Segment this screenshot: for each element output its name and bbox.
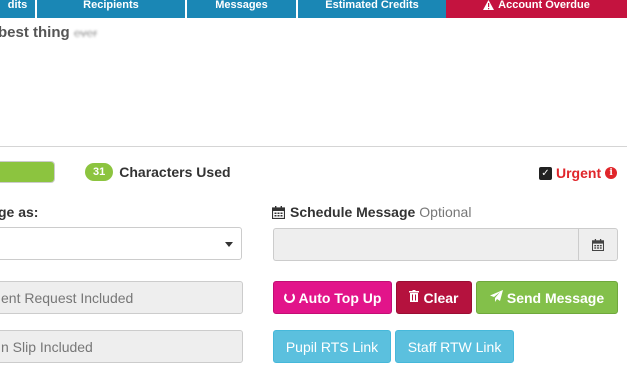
tab-account-overdue[interactable]: Account Overdue xyxy=(446,0,627,18)
schedule-date-input[interactable] xyxy=(273,228,579,261)
message-textarea[interactable]: best thing ever xyxy=(0,18,627,147)
character-count-badge: 31 xyxy=(85,163,114,181)
refresh-icon xyxy=(283,292,295,303)
consent-request-field[interactable]: ent Request Included xyxy=(0,281,243,314)
tab-account-overdue-label: Account Overdue xyxy=(498,0,590,11)
paper-plane-icon xyxy=(489,290,503,305)
clear-button[interactable]: Clear xyxy=(396,281,472,314)
urgent-checkbox[interactable]: ✓ xyxy=(539,166,552,180)
tab-credits[interactable]: dits xyxy=(0,0,35,18)
schedule-label: Schedule Message Optional xyxy=(272,204,471,220)
auto-top-up-button[interactable]: Auto Top Up xyxy=(273,281,392,314)
auto-top-up-label: Auto Top Up xyxy=(298,289,382,306)
progress-fill xyxy=(0,162,54,182)
schedule-optional: Optional xyxy=(419,204,472,220)
message-text-visible: best thing xyxy=(0,24,70,41)
tab-messages[interactable]: Messages xyxy=(187,0,296,18)
slip-text: n Slip Included xyxy=(1,338,93,355)
tab-estimated-credits[interactable]: Estimated Credits xyxy=(298,0,446,18)
staff-rtw-link-label: Staff RTW Link xyxy=(407,338,502,355)
urgent-toggle[interactable]: ✓ Urgent i xyxy=(539,165,618,181)
character-counter: 31 Characters Used xyxy=(85,163,231,181)
schedule-calendar-button[interactable] xyxy=(578,228,618,261)
warning-icon xyxy=(483,0,495,12)
urgent-label: Urgent xyxy=(556,165,602,181)
clear-label: Clear xyxy=(423,289,459,306)
message-text: best thing ever xyxy=(0,24,97,41)
character-count-label: Characters Used xyxy=(119,164,231,180)
message-text-redacted: ever xyxy=(73,26,98,40)
calendar-icon xyxy=(592,238,604,251)
pupil-rts-link-label: Pupil RTS Link xyxy=(285,338,379,355)
top-status-bar: dits Recipients Messages Estimated Credi… xyxy=(0,0,627,18)
send-message-button[interactable]: Send Message xyxy=(476,281,618,314)
chevron-down-icon xyxy=(225,242,233,247)
slip-field[interactable]: n Slip Included xyxy=(0,330,243,363)
tab-recipients[interactable]: Recipients xyxy=(37,0,185,18)
tab-estimated-credits-label: Estimated Credits xyxy=(325,0,419,11)
send-message-label: Send Message xyxy=(506,289,605,306)
send-as-label: ge as: xyxy=(0,204,39,220)
pupil-rts-link-button[interactable]: Pupil RTS Link xyxy=(273,330,391,363)
schedule-title: Schedule Message xyxy=(290,204,416,220)
consent-request-text: ent Request Included xyxy=(1,289,134,306)
tab-recipients-label: Recipients xyxy=(83,0,139,11)
calendar-icon xyxy=(272,205,285,219)
tab-credits-label: dits xyxy=(7,0,28,11)
tab-messages-label: Messages xyxy=(215,0,268,11)
info-circle-icon[interactable]: i xyxy=(605,167,618,179)
trash-icon xyxy=(409,290,420,305)
character-progress-bar xyxy=(0,161,55,183)
send-as-select[interactable] xyxy=(0,227,242,260)
staff-rtw-link-button[interactable]: Staff RTW Link xyxy=(395,330,514,363)
